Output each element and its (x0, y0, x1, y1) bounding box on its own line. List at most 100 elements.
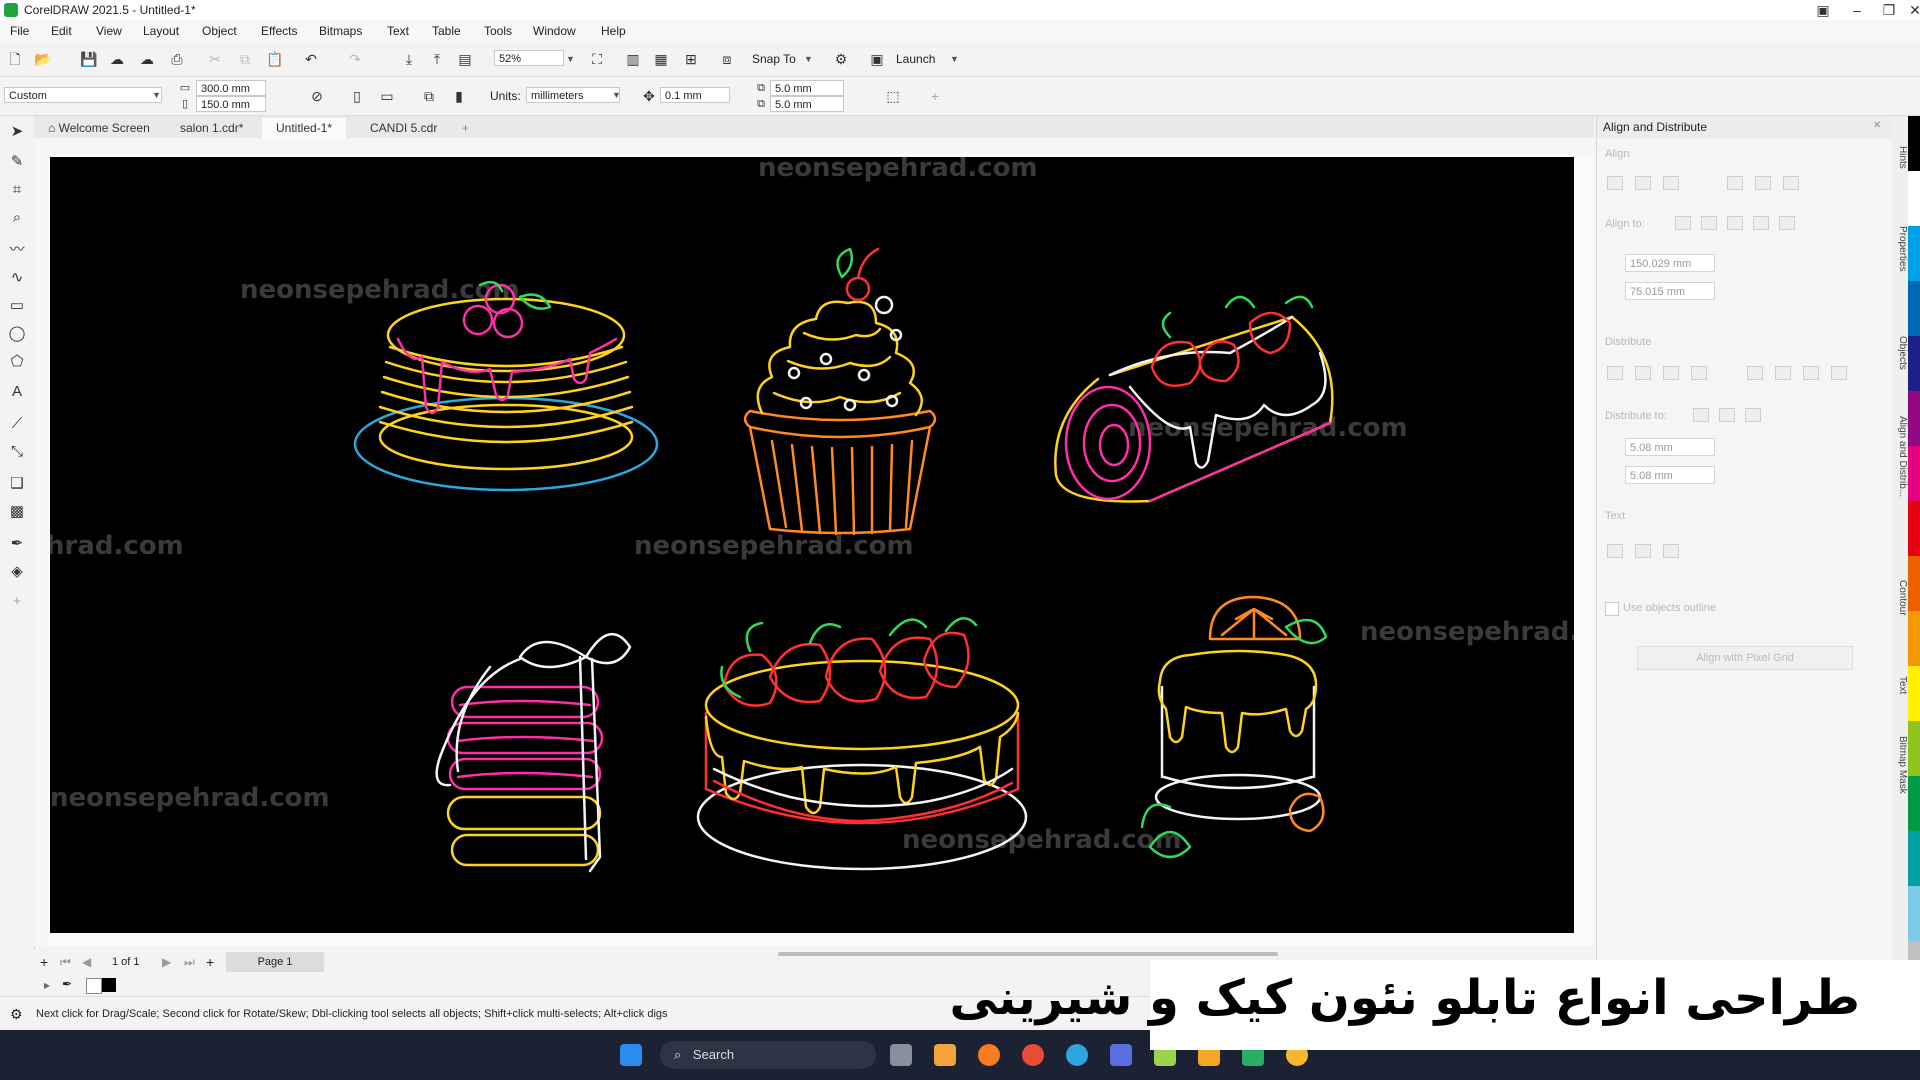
minimize-button[interactable]: – (1842, 0, 1872, 20)
menu-object[interactable]: Object (202, 24, 237, 38)
palette-swatch[interactable] (1908, 391, 1920, 446)
black-color-swatch[interactable] (102, 978, 116, 992)
task-view-icon[interactable] (890, 1044, 912, 1066)
distribute-v-field[interactable]: 5.08 mm (1625, 466, 1715, 484)
shape-tool-icon[interactable]: ✎ (7, 152, 27, 172)
palette-swatch[interactable] (1908, 171, 1920, 226)
text-baseline-icon[interactable] (1607, 544, 1623, 558)
artboard[interactable]: neonsepehrad.com neonsepehrad.com hrad.c… (50, 157, 1574, 933)
rectangle-tool-icon[interactable]: ▭ (7, 296, 27, 316)
align-pixel-grid-button[interactable]: Align with Pixel Grid (1637, 646, 1853, 670)
artistic-media-icon[interactable]: ∿ (7, 268, 27, 288)
app-options-icon[interactable]: ▣ (1808, 0, 1838, 20)
telegram-icon[interactable] (1066, 1044, 1088, 1066)
snap-to-button[interactable]: Snap To (752, 52, 796, 66)
zoom-dropdown-icon[interactable]: ▼ (566, 54, 575, 64)
menu-help[interactable]: Help (601, 24, 626, 38)
tab-welcome-screen[interactable]: ⌂ Welcome Screen (34, 118, 164, 138)
distribute-left-icon[interactable] (1607, 366, 1623, 380)
align-to-center-icon[interactable] (1727, 216, 1743, 230)
distribute-to-spacing-icon[interactable] (1745, 408, 1761, 422)
palette-arrow-icon[interactable]: ▸ (44, 978, 50, 992)
tab-bitmap-mask[interactable]: Bitmap Mask (1892, 736, 1908, 794)
options-gear-icon[interactable]: ⚙ (832, 50, 850, 68)
menu-layout[interactable]: Layout (143, 24, 179, 38)
neon-artwork[interactable] (50, 157, 1574, 933)
drop-shadow-tool-icon[interactable]: ❑ (7, 474, 27, 494)
palette-swatch[interactable] (1908, 666, 1920, 721)
current-page-icon[interactable]: ▮ (450, 87, 468, 105)
docker-close-icon[interactable]: ✕ (1873, 120, 1881, 131)
tab-candi-5[interactable]: CANDI 5.cdr (356, 118, 451, 138)
nudge-distance-field[interactable]: 0.1 mm (660, 87, 730, 103)
crop-tool-icon[interactable]: ⌗ (7, 180, 27, 200)
align-middle-icon[interactable] (1755, 176, 1771, 190)
export-icon[interactable]: ⤒ (428, 50, 446, 68)
palette-swatch[interactable] (1908, 501, 1920, 556)
print-icon[interactable]: ⎙ (168, 50, 186, 68)
launch-dropdown-icon[interactable]: ▼ (950, 54, 959, 64)
page-border-icon[interactable]: ⬚ (884, 87, 902, 105)
align-x-field[interactable]: 150.029 mm (1625, 254, 1715, 272)
align-to-active-icon[interactable] (1675, 216, 1691, 230)
palette-swatch[interactable] (1908, 831, 1920, 886)
align-y-field[interactable]: 75.015 mm (1625, 282, 1715, 300)
all-pages-icon[interactable]: ⧉ (420, 87, 438, 105)
units-dropdown-icon[interactable]: ▼ (612, 90, 621, 100)
palette-swatch[interactable] (1908, 776, 1920, 831)
ellipse-tool-icon[interactable]: ◯ (7, 324, 27, 344)
menu-edit[interactable]: Edit (51, 24, 72, 38)
palette-swatch[interactable] (1908, 721, 1920, 776)
add-icon[interactable]: + (926, 87, 944, 105)
menu-bitmaps[interactable]: Bitmaps (319, 24, 362, 38)
copy-icon[interactable]: ⧉ (236, 50, 254, 68)
palette-swatch[interactable] (1908, 336, 1920, 391)
search-app-icon[interactable] (934, 1044, 956, 1066)
page-tab[interactable]: Page 1 (226, 952, 324, 972)
text-line-icon[interactable] (1635, 544, 1651, 558)
launch-icon[interactable]: ▣ (868, 50, 886, 68)
no-color-swatch[interactable] (86, 978, 102, 994)
menu-window[interactable]: Window (533, 24, 576, 38)
cloud-export-icon[interactable]: ☁ (138, 50, 156, 68)
chrome-icon[interactable] (1022, 1044, 1044, 1066)
portrait-icon[interactable]: ▯ (348, 87, 366, 105)
last-page-icon[interactable]: ⏭ (184, 955, 195, 970)
tab-contour[interactable]: Contour (1892, 580, 1908, 616)
guidelines-icon[interactable]: ⊞ (682, 50, 700, 68)
add-page-icon[interactable]: + (40, 954, 48, 970)
next-page-icon[interactable]: ▶ (162, 955, 171, 969)
charts-app-icon[interactable] (1110, 1044, 1132, 1066)
duplicate-distance-y-field[interactable]: 5.0 mm (770, 96, 844, 112)
undo-icon[interactable]: ↶ (302, 50, 320, 68)
duplicate-distance-x-field[interactable]: 5.0 mm (770, 80, 844, 96)
align-to-point-icon[interactable] (1779, 216, 1795, 230)
taskbar-search[interactable]: ⌕ Search (660, 1041, 876, 1069)
redo-icon[interactable]: ↷ (346, 50, 364, 68)
add-page-after-icon[interactable]: + (206, 954, 214, 970)
menu-file[interactable]: File (10, 24, 29, 38)
cloud-import-icon[interactable]: ☁ (108, 50, 126, 68)
new-tab-button[interactable]: + (448, 118, 483, 138)
vertical-ruler[interactable] (34, 154, 49, 946)
align-center-icon[interactable] (1635, 176, 1651, 190)
freehand-tool-icon[interactable]: 〰 (7, 240, 27, 260)
paste-icon[interactable]: 📋 (266, 50, 284, 68)
align-top-icon[interactable] (1727, 176, 1743, 190)
align-to-page-icon[interactable] (1701, 216, 1717, 230)
palette-swatch[interactable] (1908, 116, 1920, 171)
rulers-icon[interactable]: ▦ (652, 50, 670, 68)
open-icon[interactable]: 📂 (34, 50, 52, 68)
menu-text[interactable]: Text (387, 24, 409, 38)
save-icon[interactable]: 💾 (80, 50, 98, 68)
horizontal-scrollbar[interactable] (778, 952, 1278, 956)
fill-tool-icon[interactable]: ◈ (7, 562, 27, 582)
launch-button[interactable]: Launch (896, 52, 935, 66)
dimension-tool-icon[interactable]: ⟋ (7, 414, 27, 434)
distribute-bottom-icon[interactable] (1803, 366, 1819, 380)
distribute-top-icon[interactable] (1747, 366, 1763, 380)
eyedropper-icon[interactable]: ✒ (62, 977, 72, 991)
use-outline-checkbox[interactable] (1605, 602, 1619, 616)
page-height-field[interactable]: 150.0 mm (196, 96, 266, 112)
align-to-grid-icon[interactable] (1753, 216, 1769, 230)
